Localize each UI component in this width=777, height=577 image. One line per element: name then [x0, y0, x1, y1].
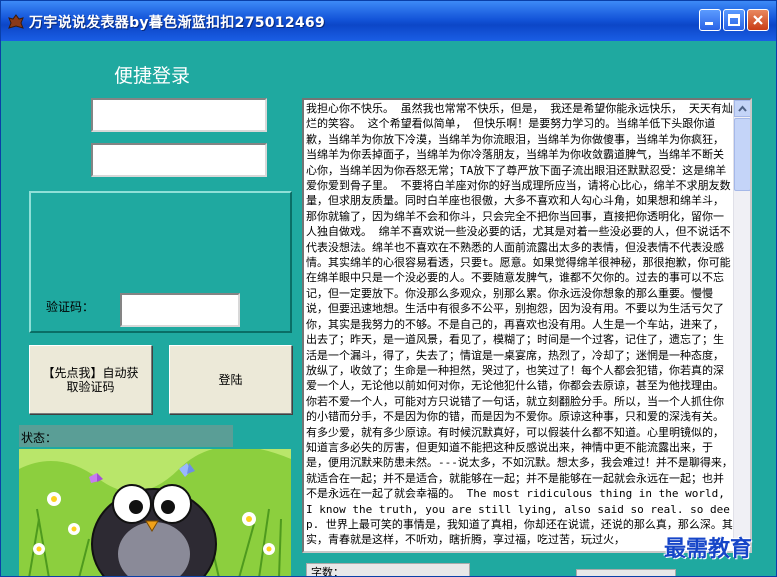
app-icon [7, 13, 25, 31]
bottom-control[interactable] [576, 569, 676, 576]
post-textarea[interactable]: 我担心你不快乐。 虽然我也常常不快乐，但是， 我还是希望你能永远快乐， 天天有灿… [302, 98, 752, 553]
captcha-label: 验证码： [46, 300, 95, 314]
scroll-thumb[interactable] [734, 118, 750, 191]
chevron-up-icon [738, 105, 747, 112]
post-text: 我担心你不快乐。 虽然我也常常不快乐，但是， 我还是希望你能永远快乐， 天天有灿… [306, 102, 733, 547]
login-heading: 便捷登录 [114, 65, 191, 87]
minimize-icon [705, 22, 713, 25]
password-input[interactable] [91, 143, 267, 177]
close-button[interactable] [747, 9, 769, 31]
vertical-scrollbar[interactable] [733, 100, 750, 551]
captcha-input[interactable] [120, 293, 240, 327]
minimize-button[interactable] [699, 9, 721, 31]
login-button[interactable]: 登陆 [169, 345, 292, 414]
scroll-up-button[interactable] [734, 100, 750, 117]
qq-input[interactable] [91, 98, 267, 132]
watermark: 最需教育 [664, 536, 753, 562]
maximize-icon [728, 14, 740, 26]
status-label: 状态： [21, 431, 58, 445]
title-bar[interactable]: 万宇说说发表器by暮色渐蓝扣扣275012469 [1, 1, 776, 41]
cartoon-image [19, 449, 291, 576]
app-window: 万宇说说发表器by暮色渐蓝扣扣275012469 便捷登录 验证码： 【先点我】… [0, 0, 777, 577]
window-title: 万宇说说发表器by暮色渐蓝扣扣275012469 [29, 15, 326, 31]
word-count-label: 字数： [306, 563, 470, 576]
close-icon [753, 15, 763, 25]
maximize-button[interactable] [723, 9, 745, 31]
auto-captcha-button[interactable]: 【先点我】自动获取验证码 [29, 345, 152, 414]
